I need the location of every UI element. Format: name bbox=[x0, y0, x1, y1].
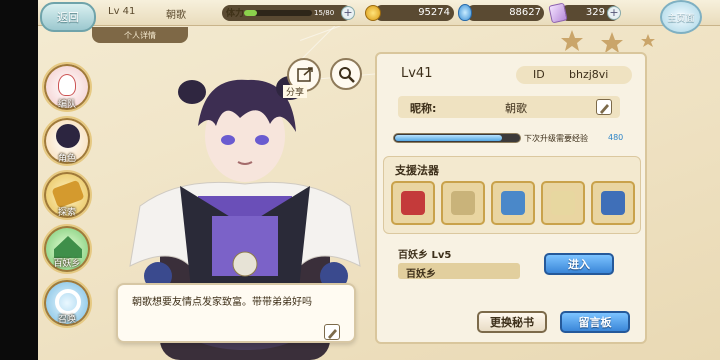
message-board-button[interactable]: 留言板 bbox=[560, 311, 630, 333]
support-artifact-slot[interactable] bbox=[441, 181, 485, 225]
potion-icon bbox=[501, 191, 525, 215]
nav-character-label: 角色 bbox=[57, 154, 76, 164]
village-name: 百妖乡 bbox=[406, 269, 436, 280]
left-letterbox bbox=[0, 0, 38, 360]
enter-village-button[interactable]: 进入 bbox=[544, 253, 614, 275]
nickname-label: 昵称: bbox=[410, 102, 437, 115]
support-artifact-slot[interactable] bbox=[391, 181, 435, 225]
edit-dialogue-button[interactable] bbox=[324, 324, 340, 340]
nav-village-label: 百妖乡 bbox=[53, 259, 81, 269]
nav-summon-label: 召唤 bbox=[57, 315, 76, 325]
add-stamina-button[interactable]: + bbox=[341, 6, 355, 20]
stamina-text: 15/80 bbox=[314, 9, 335, 17]
profile-screen: 返回 Lv 41 朝歌 个人详情 体力 15/80 + 95274 88627 … bbox=[0, 0, 720, 360]
gem-amount: 88627 bbox=[509, 7, 541, 18]
support-artifact-slot[interactable] bbox=[591, 181, 635, 225]
red-book-icon bbox=[401, 191, 425, 215]
nav-formation-label: 编队 bbox=[57, 100, 76, 110]
gold-amount: 95274 bbox=[418, 7, 450, 18]
stamina-fill bbox=[244, 10, 257, 16]
player-name: 朝歌 bbox=[166, 10, 186, 21]
pencil-icon bbox=[328, 329, 337, 339]
nickname-value: 朝歌 bbox=[505, 102, 527, 115]
support-artifact-slot[interactable] bbox=[491, 181, 535, 225]
crystal-ball-icon bbox=[551, 191, 575, 215]
dialogue-text: 朝歌想要友情点发家致富。带带弟弟好吗 bbox=[132, 297, 312, 308]
home-button[interactable]: 主页面 bbox=[660, 0, 702, 34]
village-level: 百妖乡 Lv5 bbox=[398, 250, 452, 261]
change-secretary-button[interactable]: 更换秘书 bbox=[477, 311, 547, 333]
pencil-icon bbox=[600, 104, 609, 114]
zoom-button[interactable] bbox=[330, 58, 362, 90]
support-artifact-slot[interactable] bbox=[541, 181, 585, 225]
ticket-icon bbox=[548, 2, 568, 24]
exp-value: 480 bbox=[608, 133, 624, 142]
back-button[interactable]: 返回 bbox=[40, 2, 96, 32]
gem-icon bbox=[458, 4, 472, 21]
exp-label: 下次升级需要经验 bbox=[524, 134, 588, 143]
id-label: ID bbox=[533, 68, 545, 81]
nav-explore-label: 探索 bbox=[57, 208, 76, 218]
share-icon bbox=[297, 67, 313, 82]
exp-fill bbox=[395, 135, 502, 141]
formation-icon bbox=[58, 74, 76, 96]
character-icon bbox=[56, 124, 80, 148]
explore-icon bbox=[51, 179, 85, 209]
sword-icon bbox=[601, 191, 625, 215]
profile-detail-tab[interactable]: 个人详情 bbox=[92, 27, 188, 43]
add-ticket-button[interactable]: + bbox=[607, 6, 621, 20]
id-value: bhzj8vi bbox=[569, 68, 609, 81]
ticket-amount: 329 bbox=[585, 7, 605, 18]
gold-coin-icon bbox=[365, 5, 381, 21]
stamina-label: 体力 bbox=[226, 9, 245, 19]
support-artifacts-title: 支援法器 bbox=[395, 164, 439, 177]
village-icon bbox=[54, 236, 82, 258]
ring-icon bbox=[451, 191, 475, 215]
dialogue-box bbox=[116, 283, 356, 343]
share-label: 分享 bbox=[283, 85, 308, 98]
player-level: Lv 41 bbox=[108, 6, 136, 17]
edit-nickname-button[interactable] bbox=[596, 99, 612, 115]
profile-level: Lv41 bbox=[401, 66, 433, 81]
magnifier-icon bbox=[339, 67, 355, 83]
